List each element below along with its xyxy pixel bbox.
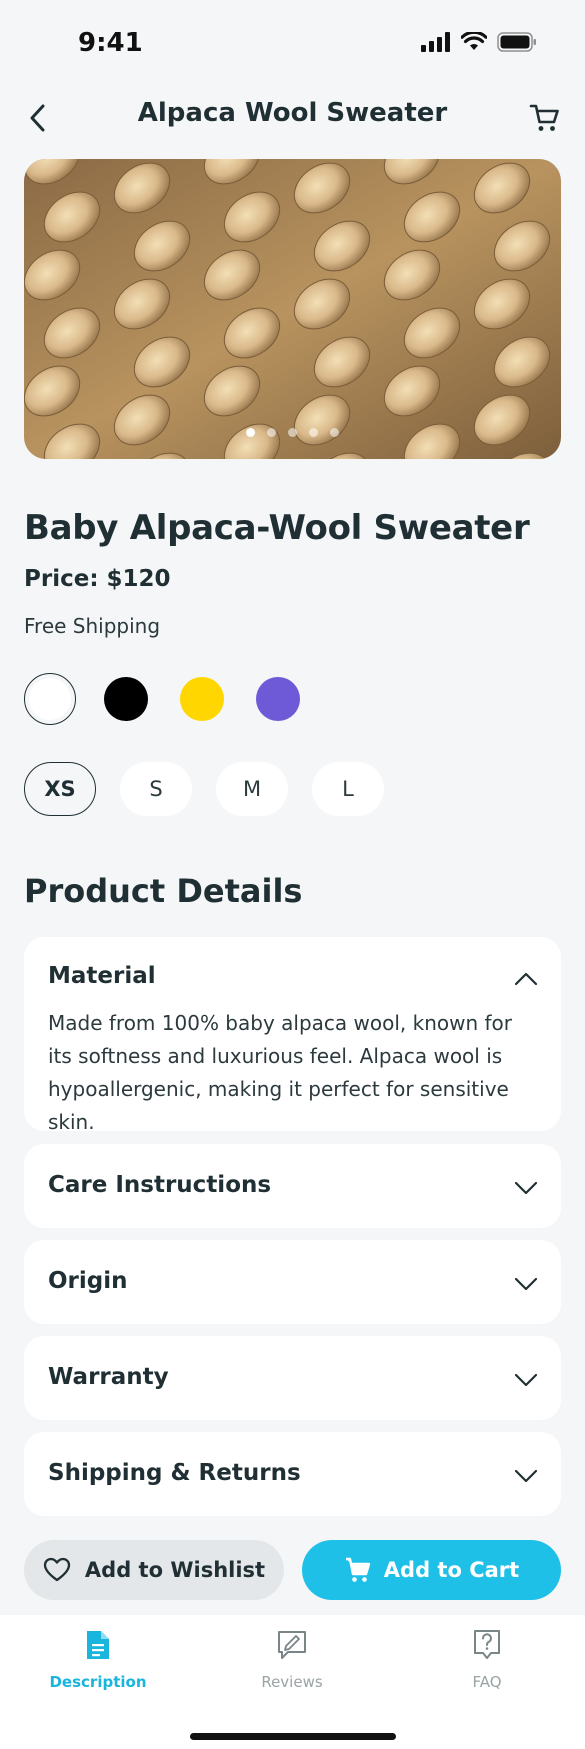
- faq-icon: [474, 1630, 500, 1659]
- color-swatch-black[interactable]: [104, 677, 148, 721]
- carousel-dot[interactable]: [309, 428, 318, 437]
- carousel-dots: [24, 428, 561, 437]
- tab-label: FAQ: [472, 1673, 502, 1691]
- color-swatch-purple[interactable]: [256, 677, 300, 721]
- tab-faq[interactable]: FAQ: [407, 1629, 567, 1691]
- action-bar: Add to Wishlist Add to Cart: [24, 1540, 561, 1602]
- tab-label: Reviews: [261, 1673, 323, 1691]
- page-title: Alpaca Wool Sweater: [137, 98, 448, 128]
- accordion-title: Material: [48, 963, 156, 989]
- review-icon: [278, 1631, 306, 1659]
- battery-icon: [497, 32, 536, 52]
- accordion-origin[interactable]: Origin: [24, 1240, 561, 1324]
- accordion-care-instructions[interactable]: Care Instructions: [24, 1144, 561, 1228]
- cart-button[interactable]: [527, 100, 563, 136]
- product-image: [24, 159, 561, 459]
- tab-label: Description: [49, 1673, 147, 1691]
- chevron-up-icon[interactable]: [513, 966, 539, 992]
- accordion-title: Origin: [48, 1268, 128, 1294]
- product-name: Baby Alpaca-Wool Sweater: [24, 508, 530, 548]
- home-indicator: [190, 1733, 396, 1740]
- accordion-body: Made from 100% baby alpaca wool, known f…: [48, 1011, 513, 1134]
- nav-bar: Alpaca Wool Sweater: [0, 90, 585, 146]
- accordion-title: Warranty: [48, 1364, 169, 1390]
- size-option-l[interactable]: L: [312, 762, 384, 816]
- tab-bar: Description Reviews FAQ: [0, 1615, 585, 1749]
- tab-reviews[interactable]: Reviews: [212, 1629, 372, 1691]
- size-option-s[interactable]: S: [120, 762, 192, 816]
- product-image-carousel[interactable]: [24, 159, 561, 459]
- carousel-dot[interactable]: [246, 428, 255, 437]
- shipping-info: Free Shipping: [24, 614, 161, 638]
- wifi-icon: [461, 32, 487, 50]
- cart-label: Add to Cart: [383, 1558, 520, 1582]
- status-time: 9:41: [78, 28, 143, 58]
- chevron-down-icon[interactable]: [513, 1270, 539, 1296]
- tab-description[interactable]: Description: [18, 1629, 178, 1691]
- chevron-down-icon[interactable]: [513, 1462, 539, 1488]
- signal-icon: [421, 32, 450, 52]
- status-icons: [421, 32, 537, 52]
- wishlist-label: Add to Wishlist: [84, 1558, 266, 1582]
- cart-icon: [529, 104, 559, 131]
- size-option-xs[interactable]: XS: [24, 762, 96, 816]
- size-selector: XS S M L: [24, 762, 384, 816]
- heart-icon: [43, 1557, 71, 1582]
- status-bar: 9:41: [0, 0, 585, 90]
- add-to-wishlist-button[interactable]: Add to Wishlist: [24, 1540, 284, 1600]
- accordion-warranty[interactable]: Warranty: [24, 1336, 561, 1420]
- color-selector: [24, 673, 304, 725]
- color-swatch-yellow[interactable]: [180, 677, 224, 721]
- accordion-material[interactable]: Material Made from 100% baby alpaca wool…: [24, 937, 561, 1134]
- cart-icon: [345, 1557, 370, 1582]
- chevron-down-icon[interactable]: [513, 1366, 539, 1392]
- color-swatch-white[interactable]: [24, 673, 76, 725]
- size-option-m[interactable]: M: [216, 762, 288, 816]
- accordion-title: Care Instructions: [48, 1172, 272, 1198]
- product-details-heading: Product Details: [24, 872, 303, 910]
- accordion-shipping-returns[interactable]: Shipping & Returns: [24, 1432, 561, 1516]
- chevron-down-icon[interactable]: [513, 1174, 539, 1200]
- document-icon: [87, 1631, 109, 1659]
- carousel-dot[interactable]: [288, 428, 297, 437]
- add-to-cart-button[interactable]: Add to Cart: [302, 1540, 561, 1600]
- carousel-dot[interactable]: [330, 428, 339, 437]
- accordion-title: Shipping & Returns: [48, 1460, 301, 1486]
- carousel-dot[interactable]: [267, 428, 276, 437]
- product-price: Price: $120: [24, 566, 171, 592]
